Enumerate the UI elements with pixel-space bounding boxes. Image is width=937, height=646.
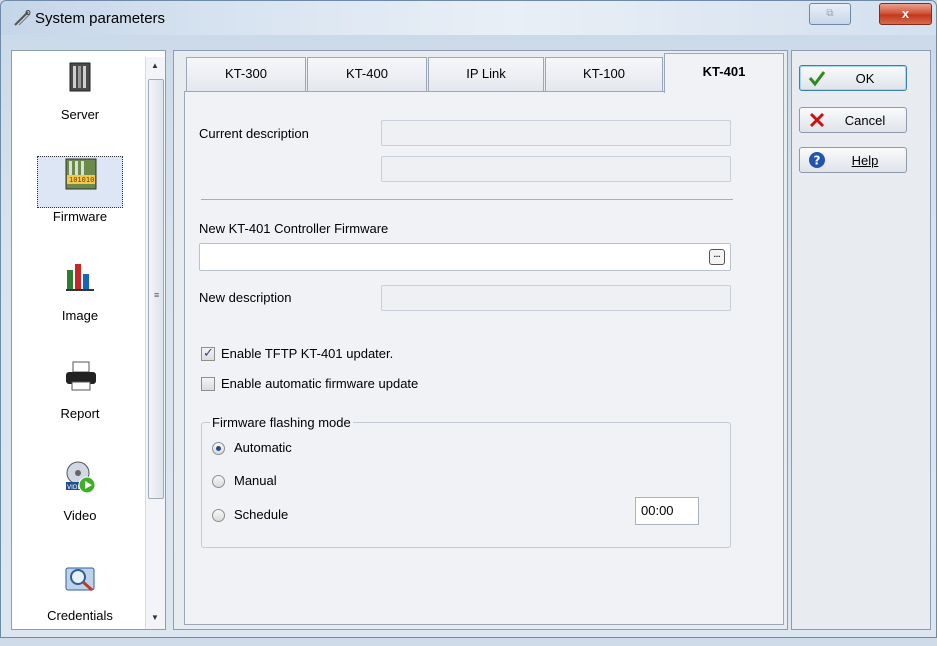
window-title: System parameters bbox=[35, 10, 166, 27]
current-description-label: Current description bbox=[199, 126, 309, 141]
scrollbar-thumb[interactable]: ≡ bbox=[148, 79, 164, 499]
scroll-up-arrow-icon[interactable]: ▲ bbox=[151, 61, 159, 70]
chart-icon bbox=[66, 264, 94, 291]
tab-kt-400[interactable]: KT-400 bbox=[307, 57, 427, 91]
radio-manual-label[interactable]: Manual bbox=[234, 473, 277, 488]
ok-button[interactable]: OK bbox=[799, 65, 907, 91]
flashing-mode-group: Firmware flashing mode Automatic Manual … bbox=[201, 415, 731, 548]
radio-automatic[interactable] bbox=[212, 442, 225, 455]
grip-icon: ≡ bbox=[154, 290, 160, 300]
enable-auto-update-checkbox[interactable] bbox=[201, 377, 215, 391]
close-button[interactable]: x bbox=[879, 3, 932, 25]
firmware-file-input[interactable]: ... bbox=[199, 243, 731, 271]
category-sidebar: Server 101010 Firmware Image Report VIDE… bbox=[11, 50, 166, 630]
sidebar-item-label: Image bbox=[61, 308, 99, 323]
video-icon: VIDE bbox=[66, 461, 96, 494]
checkmark-icon bbox=[808, 71, 826, 87]
current-description-field-2 bbox=[381, 156, 731, 182]
radio-schedule-label[interactable]: Schedule bbox=[234, 507, 288, 522]
settings-panel: KT-300 KT-400 IP Link KT-100 KT-401 Curr… bbox=[173, 50, 788, 630]
current-description-field-1 bbox=[381, 120, 731, 146]
new-description-label: New description bbox=[199, 290, 292, 305]
title-bar[interactable]: System parameters ⧉ x bbox=[1, 1, 936, 35]
wrench-icon bbox=[14, 10, 31, 26]
sidebar-item-label: Credentials bbox=[47, 608, 113, 623]
scroll-down-arrow-icon[interactable]: ▼ bbox=[151, 613, 159, 622]
cancel-label: Cancel bbox=[844, 113, 886, 128]
svg-text:?: ? bbox=[814, 154, 821, 168]
checkmark-icon: ✓ bbox=[203, 345, 214, 360]
server-icon bbox=[69, 62, 91, 92]
tab-kt-401[interactable]: KT-401 bbox=[664, 53, 784, 93]
help-label: Help bbox=[851, 153, 879, 168]
credentials-icon bbox=[65, 567, 95, 592]
firmware-icon: 101010 bbox=[65, 158, 97, 190]
enable-tftp-label[interactable]: Enable TFTP KT-401 updater. bbox=[221, 346, 393, 361]
sidebar-scrollbar[interactable]: ▲ ≡ ▼ bbox=[145, 57, 165, 629]
sidebar-item-label: Firmware bbox=[52, 209, 108, 224]
radio-manual[interactable] bbox=[212, 475, 225, 488]
sidebar-item-video[interactable]: VIDE Video bbox=[20, 456, 140, 546]
new-description-field bbox=[381, 285, 731, 311]
restore-button[interactable]: ⧉ bbox=[809, 3, 851, 25]
schedule-time-input[interactable]: 00:00 bbox=[635, 497, 699, 525]
new-firmware-label: New KT-401 Controller Firmware bbox=[199, 221, 389, 236]
close-icon bbox=[809, 112, 825, 128]
kt-401-page: Current description New KT-401 Controlle… bbox=[184, 91, 784, 625]
system-parameters-window: System parameters ⧉ x Server 101010 Firm… bbox=[0, 0, 937, 638]
enable-tftp-checkbox[interactable]: ✓ bbox=[201, 345, 215, 361]
sidebar-item-label: Video bbox=[63, 508, 97, 523]
radio-automatic-label[interactable]: Automatic bbox=[234, 440, 292, 455]
tab-ip-link[interactable]: IP Link bbox=[428, 57, 544, 91]
printer-icon bbox=[66, 361, 96, 391]
sidebar-item-report[interactable]: Report bbox=[20, 356, 140, 446]
enable-auto-update-label[interactable]: Enable automatic firmware update bbox=[221, 376, 418, 391]
svg-text:101010: 101010 bbox=[69, 176, 94, 184]
sidebar-item-firmware[interactable]: 101010 Firmware bbox=[20, 101, 140, 224]
help-button[interactable]: ? Help bbox=[799, 147, 907, 173]
sidebar-item-label: Report bbox=[60, 406, 100, 421]
flashing-mode-title: Firmware flashing mode bbox=[210, 415, 353, 430]
sidebar-item-image[interactable]: Image bbox=[20, 256, 140, 346]
sidebar-item-credentials[interactable]: Credentials bbox=[20, 556, 140, 646]
dialog-buttons-panel: OK Cancel ? Help bbox=[791, 50, 931, 630]
cancel-button[interactable]: Cancel bbox=[799, 107, 907, 133]
radio-schedule[interactable] bbox=[212, 509, 225, 522]
browse-button[interactable]: ... bbox=[709, 249, 725, 265]
tab-kt-300[interactable]: KT-300 bbox=[186, 57, 306, 91]
ok-label: OK bbox=[855, 71, 875, 86]
tab-kt-100[interactable]: KT-100 bbox=[545, 57, 663, 91]
help-icon: ? bbox=[809, 152, 825, 168]
separator bbox=[201, 199, 733, 200]
